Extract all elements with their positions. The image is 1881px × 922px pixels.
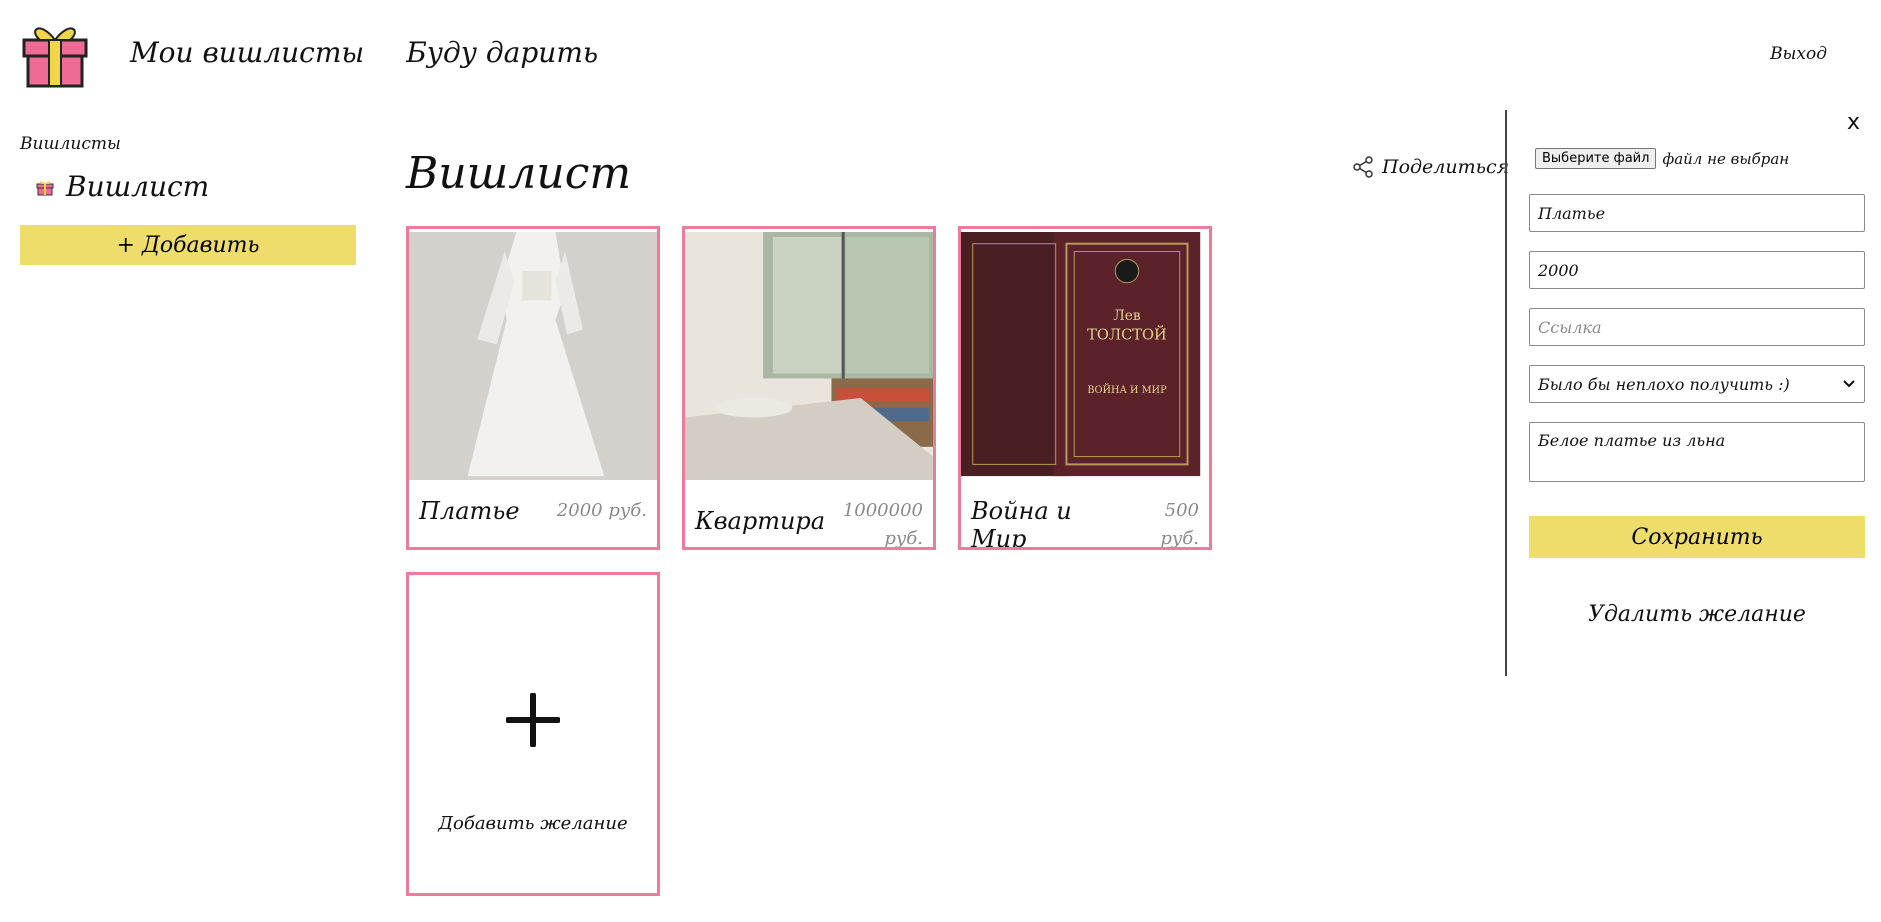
chevron-down-icon	[1843, 380, 1855, 388]
share-label: Поделиться	[1382, 156, 1510, 178]
page-title: Вишлист	[406, 148, 632, 199]
add-wish-label: Добавить желание	[438, 813, 628, 834]
logout-link[interactable]: Выход	[1770, 44, 1827, 64]
close-icon[interactable]: x	[1847, 110, 1860, 135]
wish-name: Платье	[419, 497, 520, 525]
sidebar-section-title: Вишлисты	[20, 134, 121, 154]
wish-card-book[interactable]: Лев ТОЛСТОЙ ВОЙНА И МИР Война и Мир 500 …	[958, 226, 1212, 550]
wish-description-field[interactable]: Белое платье из льна	[1529, 422, 1865, 482]
wish-price-field[interactable]: 2000	[1529, 251, 1865, 289]
wish-card-dress[interactable]: Платье 2000 руб.	[406, 226, 660, 550]
wish-image-dress	[409, 229, 657, 483]
sidebar-item-wishlist[interactable]: Вишлист	[36, 170, 356, 203]
add-wishlist-button[interactable]: + Добавить	[20, 225, 356, 265]
wish-price: 2000 руб.	[556, 500, 647, 521]
plus-icon	[506, 693, 560, 747]
wish-image-book: Лев ТОЛСТОЙ ВОЙНА И МИР	[961, 229, 1209, 483]
wish-price: 1000000 руб.	[842, 500, 923, 549]
svg-text:Лев: Лев	[1113, 308, 1140, 324]
wish-name: Квартира	[695, 507, 826, 535]
add-wish-card[interactable]: Добавить желание	[406, 572, 660, 896]
svg-text:ТОЛСТОЙ: ТОЛСТОЙ	[1087, 324, 1167, 343]
share-button[interactable]: Поделиться	[1352, 156, 1509, 178]
wish-priority-select[interactable]: Было бы неплохо получить :)	[1529, 365, 1865, 403]
wish-name-field[interactable]: Платье	[1529, 194, 1865, 232]
nav-will-gift[interactable]: Буду дарить	[406, 36, 598, 69]
save-button[interactable]: Сохранить	[1529, 516, 1865, 558]
edit-wish-panel: x Выберите файл файл не выбран Платье 20…	[1505, 110, 1881, 676]
sidebar: Вишлисты Вишлист + Добавить	[20, 134, 356, 265]
wish-image-apartment	[685, 229, 933, 483]
wish-card-apartment[interactable]: Квартира 1000000 руб.	[682, 226, 936, 550]
priority-value: Было бы неплохо получить :)	[1538, 374, 1790, 394]
delete-wish-button[interactable]: Удалить желание	[1529, 602, 1865, 627]
file-status: файл не выбран	[1662, 149, 1790, 168]
share-icon	[1353, 156, 1373, 178]
wish-price: 500 руб.	[1160, 500, 1199, 549]
nav-my-wishlists[interactable]: Мои вишлисты	[130, 36, 364, 69]
svg-text:ВОЙНА И МИР: ВОЙНА И МИР	[1087, 384, 1167, 396]
file-upload: Выберите файл файл не выбран	[1535, 148, 1789, 169]
wish-name: Война и Мир	[971, 497, 1072, 550]
main-nav: Мои вишлисты Буду дарить	[130, 36, 598, 69]
sidebar-item-label: Вишлист	[66, 170, 210, 203]
gift-icon	[36, 180, 54, 195]
choose-file-button[interactable]: Выберите файл	[1535, 148, 1657, 169]
wish-link-field[interactable]: Ссылка	[1529, 308, 1865, 346]
logo-gift-icon[interactable]	[20, 18, 90, 90]
